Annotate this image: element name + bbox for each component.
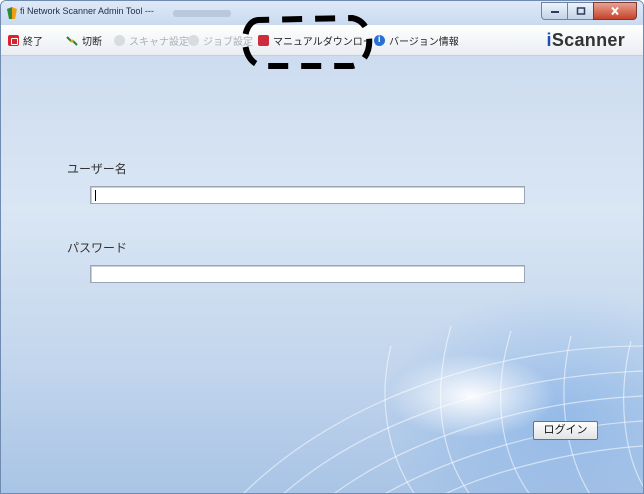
close-button[interactable] bbox=[593, 2, 637, 20]
job-settings-button[interactable]: ジョブ設定 bbox=[188, 33, 253, 48]
redacted-address bbox=[173, 10, 231, 17]
exit-label: 終了 bbox=[23, 37, 43, 48]
scanner-settings-button[interactable]: スキャナ設定 bbox=[114, 33, 189, 48]
text-caret bbox=[95, 190, 96, 201]
maximize-button[interactable] bbox=[567, 2, 594, 20]
manual-download-button[interactable]: マニュアルダウンロード bbox=[258, 33, 383, 48]
username-input[interactable] bbox=[90, 186, 525, 204]
minimize-button[interactable] bbox=[541, 2, 568, 20]
window-title: fi Network Scanner Admin Tool --- bbox=[20, 6, 154, 16]
username-label: ユーザー名 bbox=[67, 162, 127, 176]
version-info-button[interactable]: バージョン情報 bbox=[374, 33, 459, 48]
job-settings-icon bbox=[188, 35, 199, 46]
password-input[interactable] bbox=[90, 265, 525, 283]
version-info-label: バージョン情報 bbox=[389, 37, 459, 48]
manual-download-label: マニュアルダウンロード bbox=[273, 37, 383, 48]
globe-graphic bbox=[243, 325, 643, 493]
disconnect-label: 切断 bbox=[82, 37, 102, 48]
exit-icon bbox=[8, 35, 19, 46]
scanner-settings-icon bbox=[114, 35, 125, 46]
app-icon bbox=[7, 7, 17, 19]
app-window: fi Network Scanner Admin Tool --- 終了 切断 … bbox=[0, 0, 644, 494]
iscanner-logo: iScanner bbox=[546, 30, 625, 50]
login-panel: ユーザー名 パスワード ログイン bbox=[1, 56, 643, 493]
disconnect-icon bbox=[66, 35, 78, 46]
scanner-settings-label: スキャナ設定 bbox=[129, 37, 189, 48]
manual-download-icon bbox=[258, 35, 269, 46]
window-controls bbox=[541, 2, 637, 20]
toolbar: 終了 切断 スキャナ設定 ジョブ設定 マニュアルダウンロード バージョン情報 i… bbox=[1, 25, 643, 56]
info-icon bbox=[374, 34, 385, 46]
exit-button[interactable]: 終了 bbox=[8, 33, 43, 48]
password-label: パスワード bbox=[67, 241, 128, 255]
job-settings-label: ジョブ設定 bbox=[203, 37, 253, 48]
title-bar: fi Network Scanner Admin Tool --- bbox=[1, 1, 643, 25]
login-button[interactable]: ログイン bbox=[533, 421, 598, 440]
disconnect-button[interactable]: 切断 bbox=[66, 33, 102, 48]
